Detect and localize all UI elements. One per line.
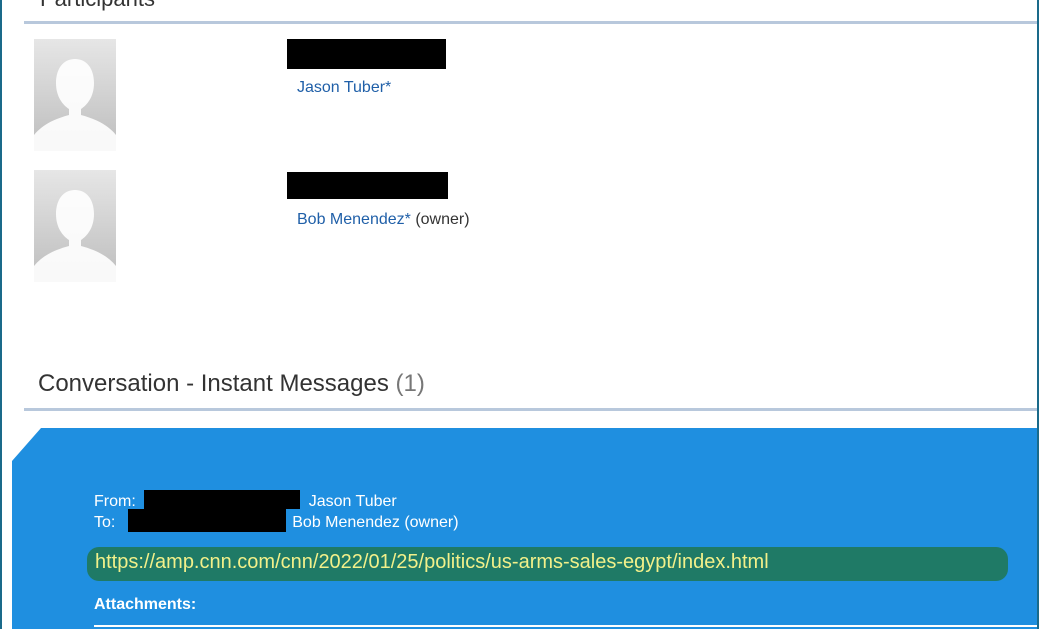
participant-role: (owner) — [415, 211, 470, 228]
participant-name[interactable]: Jason Tuber* — [297, 79, 391, 96]
avatar-icon — [34, 39, 116, 151]
participant-link-bob[interactable]: Bob Menendez* (owner) — [297, 211, 470, 229]
to-label: To: — [94, 514, 116, 531]
avatar-icon — [34, 170, 116, 282]
message-corner-notch — [12, 428, 41, 461]
conversation-count: (1) — [395, 370, 425, 397]
conversation-heading: Conversation - Instant Messages (1) — [38, 370, 425, 398]
attachments-label: Attachments: — [94, 596, 197, 613]
conversation-title: Conversation - Instant Messages — [38, 370, 389, 397]
redacted-sender-id — [144, 490, 301, 509]
message-to-row: To: Bob Menendez (owner) — [94, 509, 459, 532]
conversation-divider — [24, 408, 1037, 411]
participants-heading: Participants — [40, 0, 155, 12]
message-link[interactable]: https://amp.cnn.com/cnn/2022/01/25/polit… — [87, 547, 1008, 581]
redacted-identifier — [287, 172, 448, 199]
redacted-identifier — [287, 39, 446, 69]
to-name: Bob Menendez (owner) — [292, 514, 459, 531]
participants-divider — [24, 21, 1037, 24]
from-label: From: — [94, 493, 136, 510]
participant-link-jason[interactable]: Jason Tuber* — [297, 79, 391, 97]
from-name: Jason Tuber — [308, 493, 397, 510]
message-from-row: From: Jason Tuber — [94, 490, 397, 511]
participant-name[interactable]: Bob Menendez* — [297, 211, 411, 228]
redacted-recipient-id — [127, 509, 286, 532]
attachments-divider — [94, 625, 1037, 627]
